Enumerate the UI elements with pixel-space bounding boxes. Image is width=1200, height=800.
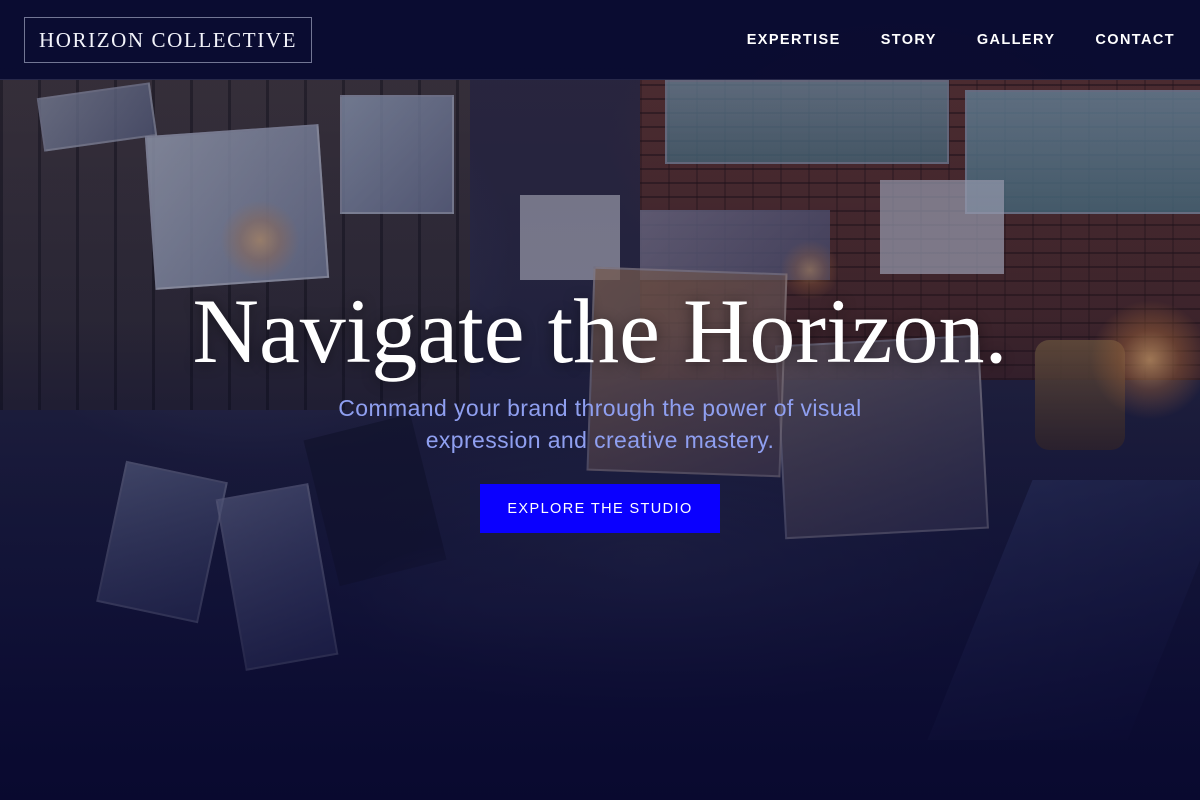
nav-link-expertise[interactable]: EXPERTISE [747, 32, 841, 48]
hero-subtitle: Command your brand through the power of … [338, 395, 862, 453]
nav-link-story[interactable]: STORY [881, 32, 937, 48]
hero-section: Navigate the Horizon. Command your brand… [0, 0, 1200, 800]
nav-link-gallery[interactable]: GALLERY [977, 32, 1056, 48]
logo[interactable]: HORIZON COLLECTIVE [24, 17, 312, 63]
hero-title: Navigate the Horizon. [192, 280, 1008, 382]
explore-studio-button[interactable]: EXPLORE THE STUDIO [480, 484, 720, 533]
site-header: HORIZON COLLECTIVE EXPERTISE STORY GALLE… [0, 0, 1200, 80]
nav-link-contact[interactable]: CONTACT [1095, 32, 1175, 48]
main-nav: EXPERTISE STORY GALLERY CONTACT [747, 0, 1175, 80]
page: HORIZON COLLECTIVE EXPERTISE STORY GALLE… [0, 0, 1200, 800]
